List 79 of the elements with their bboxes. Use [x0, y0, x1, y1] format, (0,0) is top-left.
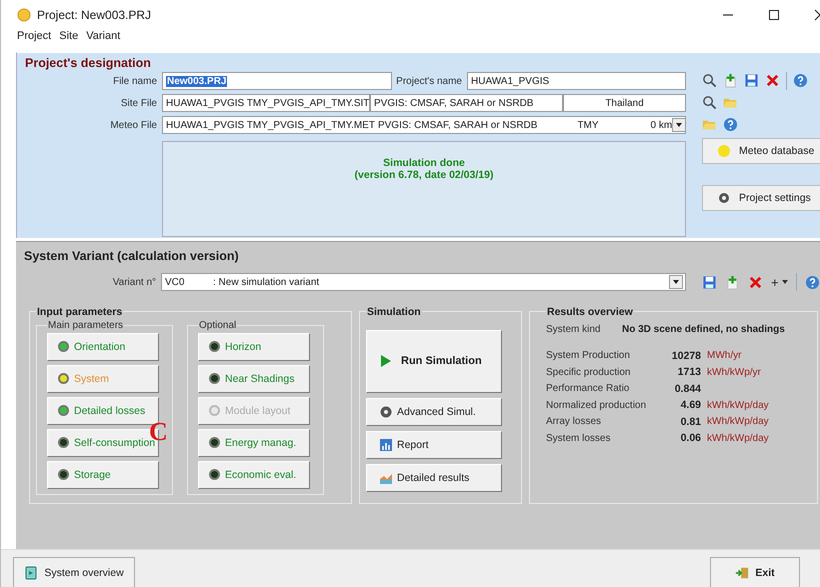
project-name-field[interactable]: HUAWA1_PVGIS: [467, 72, 686, 90]
country-field: Thailand: [563, 94, 686, 112]
search-icon[interactable]: [702, 73, 717, 88]
simulation-button[interactable]: Report: [366, 430, 502, 459]
field-label: Meteo File: [109, 120, 158, 131]
caret-icon[interactable]: [782, 280, 788, 284]
field-label: File name: [112, 76, 158, 87]
result-label: System kind: [546, 324, 602, 335]
exit-door-icon: [735, 566, 750, 580]
result-label: Performance Ratio: [546, 383, 630, 394]
sun-icon: [717, 144, 731, 158]
menu-item[interactable]: Site: [59, 30, 78, 47]
help-icon[interactable]: [723, 117, 738, 132]
panel-title: System Variant (calculation version): [24, 248, 240, 263]
parameter-button[interactable]: Orientation: [47, 332, 159, 361]
parameter-button[interactable]: Near Shadings: [198, 364, 310, 393]
delete-icon[interactable]: [765, 73, 780, 88]
status-text: Simulation done: [383, 156, 465, 169]
result-label: Array losses: [546, 416, 602, 428]
app-icon: [17, 8, 31, 22]
meteo-file-dropdown[interactable]: HUAWA1_PVGIS TMY_PVGIS_API_TMY.MET PVGIS: CMSAF, SARAH or NSRDB TMY 0 km: [162, 116, 686, 134]
result-value: 4.69: [680, 399, 701, 412]
play-icon: [379, 354, 393, 368]
dropdown-arrow-icon[interactable]: [672, 118, 685, 132]
document-icon: [24, 566, 38, 580]
new-file-icon[interactable]: [725, 274, 740, 290]
run-simulation-button[interactable]: Run Simulation: [366, 330, 502, 393]
result-label: System losses: [546, 432, 612, 444]
system-overview-button[interactable]: System overview: [13, 557, 135, 587]
project-settings-button[interactable]: Project settings: [702, 184, 820, 211]
bar-chart-icon: [379, 438, 393, 452]
parameter-button[interactable]: Horizon: [198, 332, 310, 361]
result-value: 0.844: [674, 382, 701, 395]
result-value: 1713: [676, 366, 701, 378]
group-title: Optional: [198, 320, 238, 331]
save-icon[interactable]: [744, 73, 759, 88]
system-kind-value: No 3D scene defined, no shadings: [622, 324, 785, 335]
site-file-field[interactable]: HUAWA1_PVGIS TMY_PVGIS_API_TMY.SIT: [162, 94, 370, 112]
delete-icon[interactable]: [748, 274, 763, 290]
field-label: Variant n°: [112, 276, 157, 288]
exit-button[interactable]: Exit: [710, 557, 800, 587]
field-label: Site File: [120, 98, 158, 109]
help-icon[interactable]: [804, 274, 820, 290]
window-title: Project: New003.PRJ: [37, 8, 152, 22]
panel-title: Project's designation: [25, 56, 152, 70]
simulation-button[interactable]: Detailed results: [366, 464, 502, 492]
help-icon[interactable]: [793, 73, 808, 88]
field-label: Project's name: [395, 76, 463, 87]
search-icon[interactable]: [702, 95, 717, 110]
result-unit: kWh/kWp/day: [707, 400, 769, 411]
result-unit: MWh/yr: [707, 350, 742, 362]
group-title: Main parameters: [47, 320, 124, 331]
result-unit: kWh/kWp/day: [707, 416, 769, 428]
result-label: Specific production: [546, 366, 632, 378]
new-file-icon[interactable]: [723, 73, 738, 88]
menu-item[interactable]: Variant: [86, 30, 120, 47]
result-value: 0.81: [680, 416, 701, 428]
file-name-field[interactable]: New003.PRJ: [162, 72, 392, 90]
parameter-button[interactable]: Energy manag.: [198, 428, 310, 457]
simulation-button[interactable]: Advanced Simul.: [366, 398, 502, 426]
group-title: Input parameters: [36, 306, 124, 318]
result-value: 0.06: [680, 432, 701, 444]
variant-dropdown[interactable]: VC0 : New simulation variant: [161, 273, 686, 292]
add-menu-button[interactable]: +: [771, 274, 779, 290]
result-value: 10278: [670, 350, 701, 362]
status-text: (version 6.78, date 02/03/19): [354, 168, 494, 181]
result-unit: kWh/kWp/day: [707, 432, 769, 444]
save-icon[interactable]: [702, 274, 717, 290]
parameter-button[interactable]: Economic eval.: [198, 460, 310, 489]
maximize-icon[interactable]: [768, 8, 780, 21]
result-label: Normalized production: [546, 400, 648, 411]
site-source-field: PVGIS: CMSAF, SARAH or NSRDB: [370, 94, 563, 112]
group-title: Results overview: [546, 306, 634, 318]
meteo-database-button[interactable]: Meteo database: [702, 138, 820, 164]
result-label: System Production: [546, 350, 631, 362]
parameter-button[interactable]: Storage: [47, 460, 159, 489]
result-unit: kWh/kWp/yr: [707, 366, 761, 378]
group-title: Simulation: [366, 306, 422, 318]
menu-item[interactable]: Project: [17, 30, 52, 47]
